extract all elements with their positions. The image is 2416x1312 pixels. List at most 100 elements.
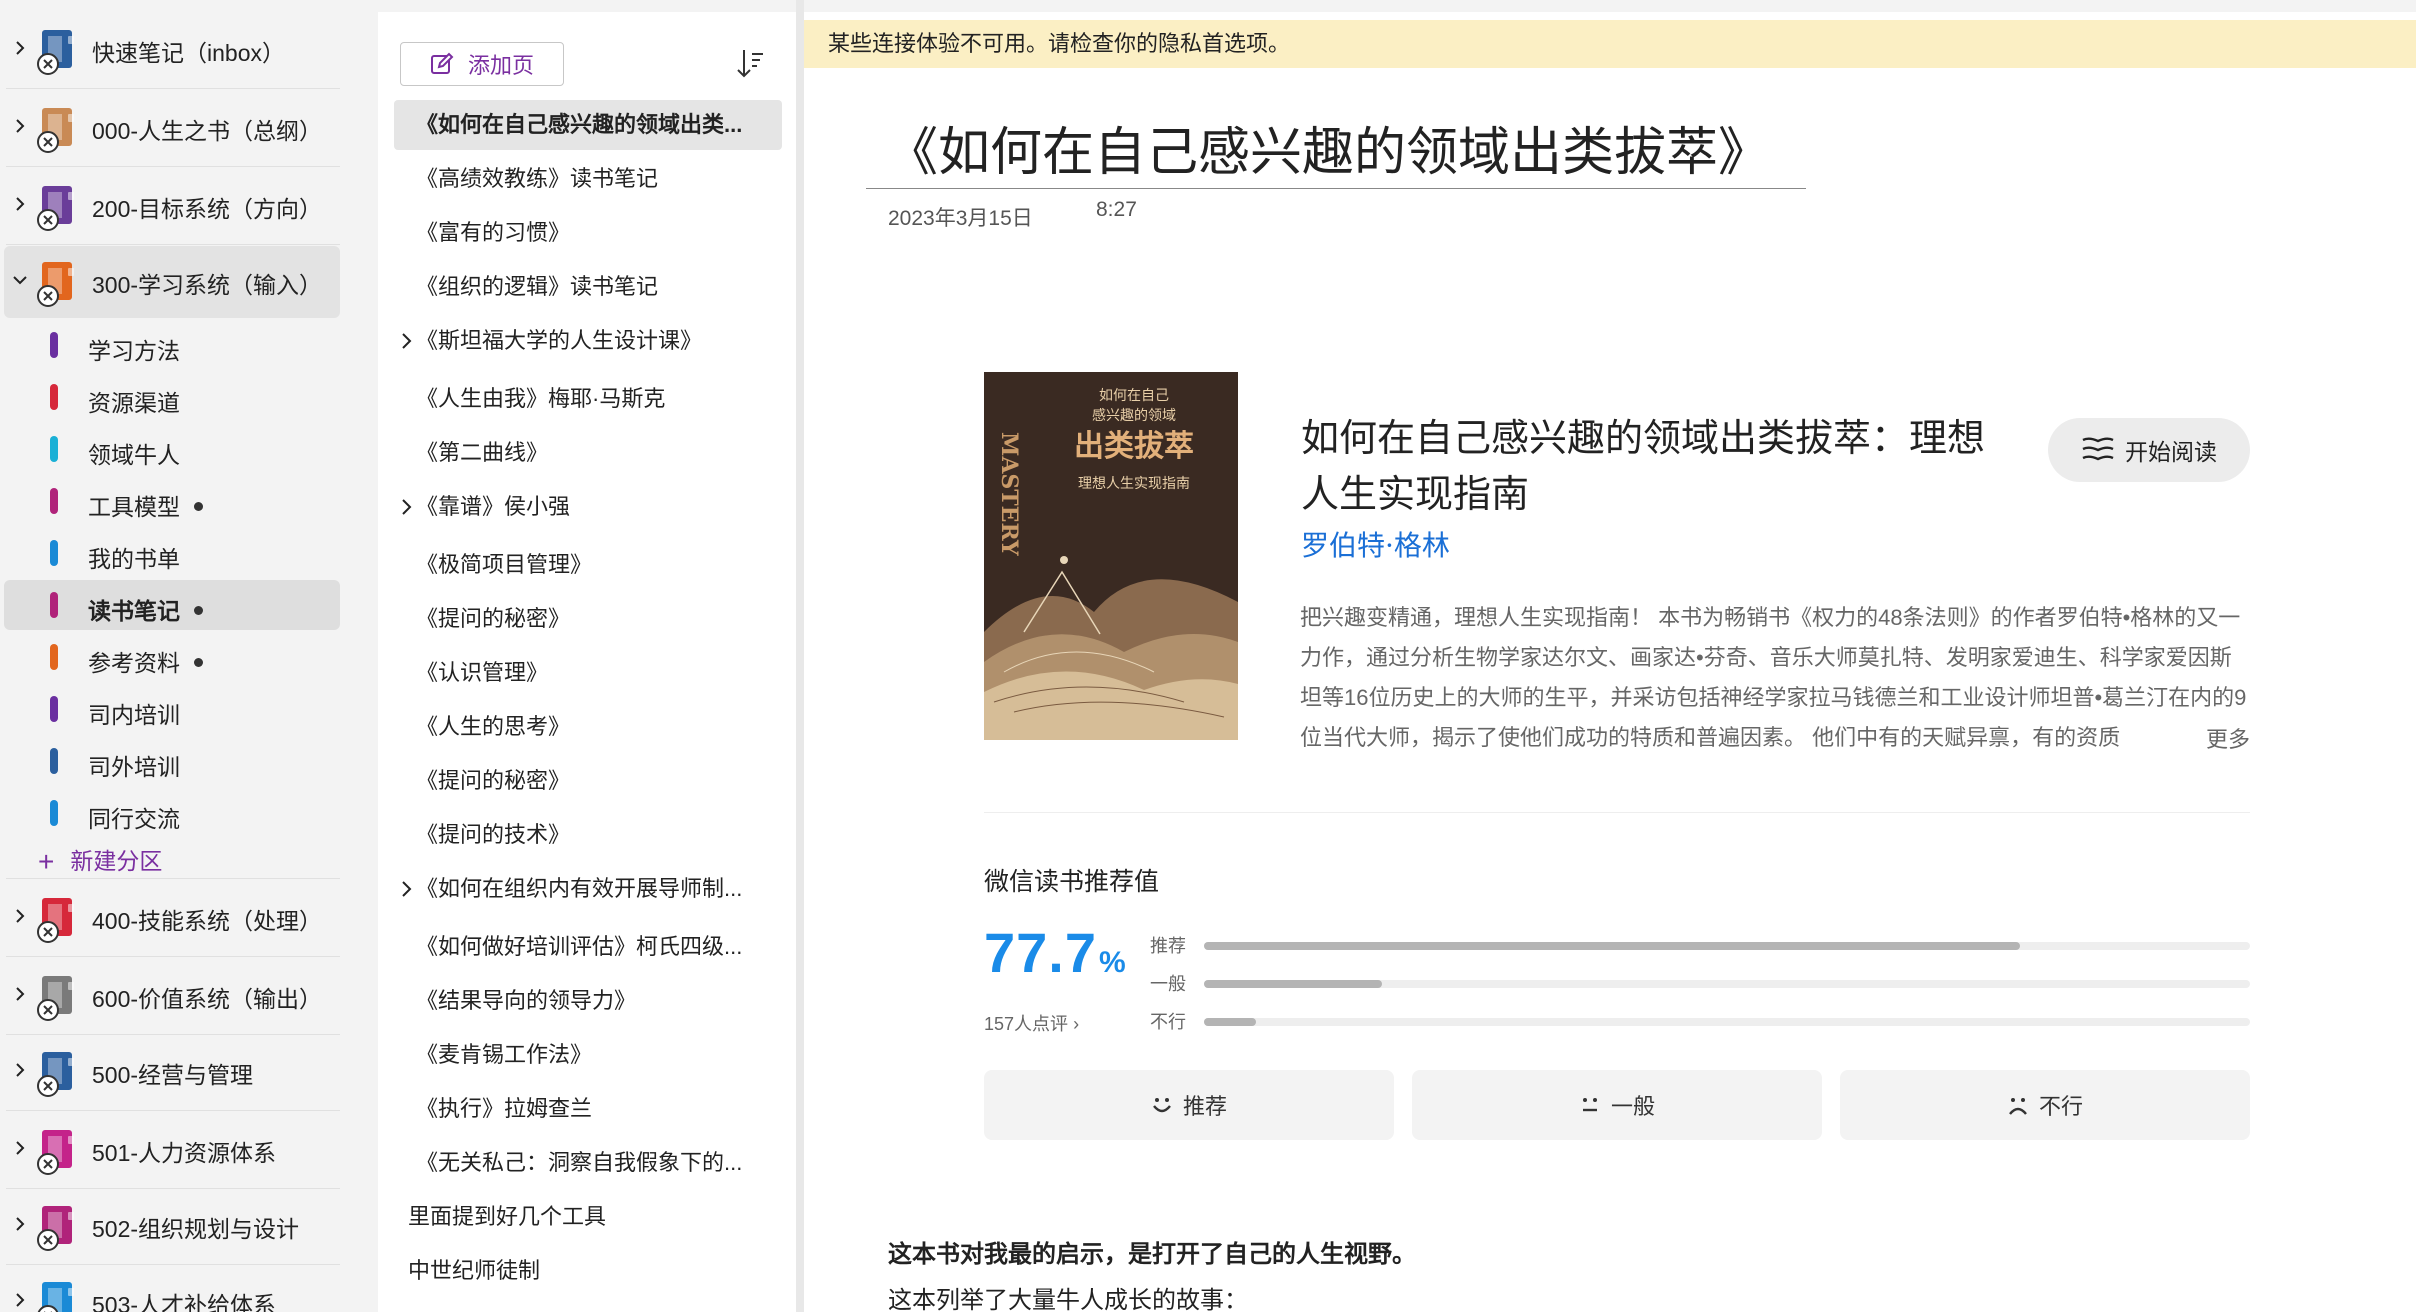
notebook-item[interactable]: 501-人力资源体系 bbox=[0, 1114, 340, 1189]
book-cover-image[interactable]: MASTERY 如何在自己 感兴趣的领域 出类拔萃 理想人生实现指南 bbox=[984, 372, 1238, 740]
bar-fill-average bbox=[1204, 980, 1382, 988]
notebook-icon bbox=[37, 186, 74, 231]
page-item[interactable]: 《结果导向的领导力》 bbox=[394, 976, 782, 1026]
note-text[interactable]: 这本列举了大量牛人成长的故事： bbox=[888, 1280, 1248, 1312]
section-label: 工具模型 bbox=[88, 488, 203, 522]
bar-label-recommend: 推荐 bbox=[1150, 936, 1186, 956]
section-color-bar bbox=[50, 436, 58, 462]
section-item[interactable]: 领域牛人 bbox=[0, 424, 340, 474]
section-item[interactable]: 司外培训 bbox=[0, 736, 340, 786]
chevron-right-icon[interactable] bbox=[12, 908, 28, 924]
divider bbox=[6, 956, 340, 957]
page-item[interactable]: 《极简项目管理》 bbox=[394, 540, 782, 590]
section-item[interactable]: 参考资料 bbox=[0, 632, 340, 682]
vote-recommend-button[interactable]: 推荐 bbox=[984, 1070, 1394, 1140]
section-item-active[interactable]: 读书笔记 bbox=[4, 580, 340, 630]
section-label: 我的书单 bbox=[88, 546, 180, 572]
chevron-right-icon[interactable] bbox=[12, 118, 28, 134]
book-author[interactable]: 罗伯特·格林 bbox=[1301, 524, 1450, 564]
page-label: 《靠谱》侯小强 bbox=[416, 494, 571, 519]
review-count-link[interactable]: 157人点评 › bbox=[984, 1010, 1079, 1036]
section-item[interactable]: 资源渠道 bbox=[0, 372, 340, 422]
chevron-right-icon[interactable] bbox=[12, 986, 28, 1002]
notebook-icon bbox=[37, 976, 74, 1021]
chevron-right-icon[interactable] bbox=[400, 879, 414, 899]
plus-icon: + bbox=[38, 846, 55, 877]
chevron-right-icon[interactable] bbox=[12, 1292, 28, 1308]
page-item[interactable]: 《提问的秘密》 bbox=[394, 594, 782, 644]
vote-average-button[interactable]: 一般 bbox=[1412, 1070, 1822, 1140]
page-item[interactable]: 《认识管理》 bbox=[394, 648, 782, 698]
start-reading-button[interactable]: 开始阅读 bbox=[2048, 418, 2250, 482]
page-item[interactable]: 《第二曲线》 bbox=[394, 428, 782, 478]
cover-line2: 感兴趣的领域 bbox=[1092, 407, 1176, 424]
page-item[interactable]: 《人生的思考》 bbox=[394, 702, 782, 752]
section-label: 司内培训 bbox=[88, 702, 180, 728]
divider bbox=[6, 1110, 340, 1111]
book-title[interactable]: 如何在自己感兴趣的领域出类拔萃：理想人生实现指南 bbox=[1301, 410, 2001, 522]
page-item[interactable]: 里面提到好几个工具 bbox=[394, 1192, 782, 1242]
page-item[interactable]: 《如何在组织内有效开展导师制... bbox=[394, 864, 782, 914]
section-color-bar bbox=[50, 540, 58, 566]
chevron-right-icon[interactable] bbox=[12, 40, 28, 56]
page-label: 《认识管理》 bbox=[416, 660, 549, 685]
more-link[interactable]: 更多 bbox=[2184, 720, 2254, 760]
new-section-button[interactable]: + 新建分区 bbox=[38, 842, 162, 877]
notebook-label: 300-学习系统（输入） bbox=[92, 272, 323, 298]
neutral-face-icon bbox=[1582, 1098, 1597, 1112]
add-page-button[interactable]: 添加页 bbox=[400, 42, 564, 86]
page-item[interactable]: 《无关私己：洞察自我假象下的... bbox=[394, 1138, 782, 1188]
vote-bad-button[interactable]: 不行 bbox=[1840, 1070, 2250, 1140]
notebook-item-active[interactable]: 300-学习系统（输入） bbox=[4, 246, 340, 318]
note-heading[interactable]: 这本书对我最的启示，是打开了自己的人生视野。 bbox=[888, 1234, 1416, 1269]
notebook-icon bbox=[37, 1130, 74, 1175]
page-item[interactable]: 《组织的逻辑》读书笔记 bbox=[394, 262, 782, 312]
divider bbox=[6, 878, 340, 879]
section-item[interactable]: 工具模型 bbox=[0, 476, 340, 526]
page-item[interactable]: 《提问的技术》 bbox=[394, 810, 782, 860]
section-item[interactable]: 学习方法 bbox=[0, 320, 340, 370]
page-title[interactable]: 《如何在自己感兴趣的领域出类拔萃》 bbox=[886, 110, 1770, 185]
chevron-right-icon[interactable] bbox=[12, 1140, 28, 1156]
page-item[interactable]: 《人生由我》梅耶·马斯克 bbox=[394, 374, 782, 424]
chevron-right-icon[interactable] bbox=[12, 1062, 28, 1078]
page-label: 中世纪师徒制 bbox=[408, 1258, 541, 1283]
page-item[interactable]: 《如何做好培训评估》柯氏四级... bbox=[394, 922, 782, 972]
notebook-item[interactable]: 000-人生之书（总纲） bbox=[0, 92, 340, 167]
page-item[interactable]: 《靠谱》侯小强 bbox=[394, 482, 782, 532]
section-color-bar bbox=[50, 748, 58, 774]
notebook-icon bbox=[37, 1052, 74, 1097]
chevron-right-icon[interactable] bbox=[12, 1216, 28, 1232]
page-item[interactable]: 《富有的习惯》 bbox=[394, 208, 782, 258]
chevron-right-icon[interactable] bbox=[400, 497, 414, 517]
chevron-down-icon[interactable] bbox=[12, 272, 28, 288]
page-item[interactable]: 《执行》拉姆查兰 bbox=[394, 1084, 782, 1134]
page-item[interactable]: 《提问的秘密》 bbox=[394, 756, 782, 806]
section-label: 读书笔记 bbox=[88, 592, 203, 626]
notebook-item[interactable]: 400-技能系统（处理） bbox=[0, 882, 340, 957]
section-item[interactable]: 司内培训 bbox=[0, 684, 340, 734]
page-item-selected[interactable]: 《如何在自己感兴趣的领域出类... bbox=[394, 100, 782, 150]
page-item[interactable]: 《麦肯锡工作法》 bbox=[394, 1030, 782, 1080]
notebook-item[interactable]: 200-目标系统（方向） bbox=[0, 170, 340, 245]
notebook-item[interactable]: 500-经营与管理 bbox=[0, 1036, 340, 1111]
section-item[interactable]: 同行交流 bbox=[0, 788, 340, 838]
page-item[interactable]: 《高绩效教练》读书笔记 bbox=[394, 154, 782, 204]
page-item[interactable]: 中世纪师徒制 bbox=[394, 1246, 782, 1296]
chevron-right-icon[interactable] bbox=[400, 331, 414, 351]
panel-divider[interactable] bbox=[796, 0, 804, 1312]
vote-label: 推荐 bbox=[1182, 1094, 1227, 1119]
page-item[interactable]: 《斯坦福大学的人生设计课》 bbox=[394, 316, 782, 366]
notebook-item[interactable]: 600-价值系统（输出） bbox=[0, 960, 340, 1035]
page-label: 《人生的思考》 bbox=[416, 714, 571, 739]
notebook-item[interactable]: 502-组织规划与设计 bbox=[0, 1190, 340, 1265]
notebook-list: 快速笔记（inbox） 000-人生之书（总纲） 200-目标系统（方向） 30… bbox=[0, 0, 378, 1312]
page-label: 《提问的技术》 bbox=[416, 822, 571, 847]
sort-icon[interactable] bbox=[736, 48, 764, 80]
section-item[interactable]: 我的书单 bbox=[0, 528, 340, 578]
divider bbox=[6, 244, 340, 245]
chevron-right-icon[interactable] bbox=[12, 196, 28, 212]
notebook-item[interactable]: 快速笔记（inbox） bbox=[0, 14, 340, 89]
cover-big-title: 出类拔萃 bbox=[1074, 429, 1194, 464]
notebook-item[interactable]: 503-人才补给体系 bbox=[0, 1266, 340, 1312]
